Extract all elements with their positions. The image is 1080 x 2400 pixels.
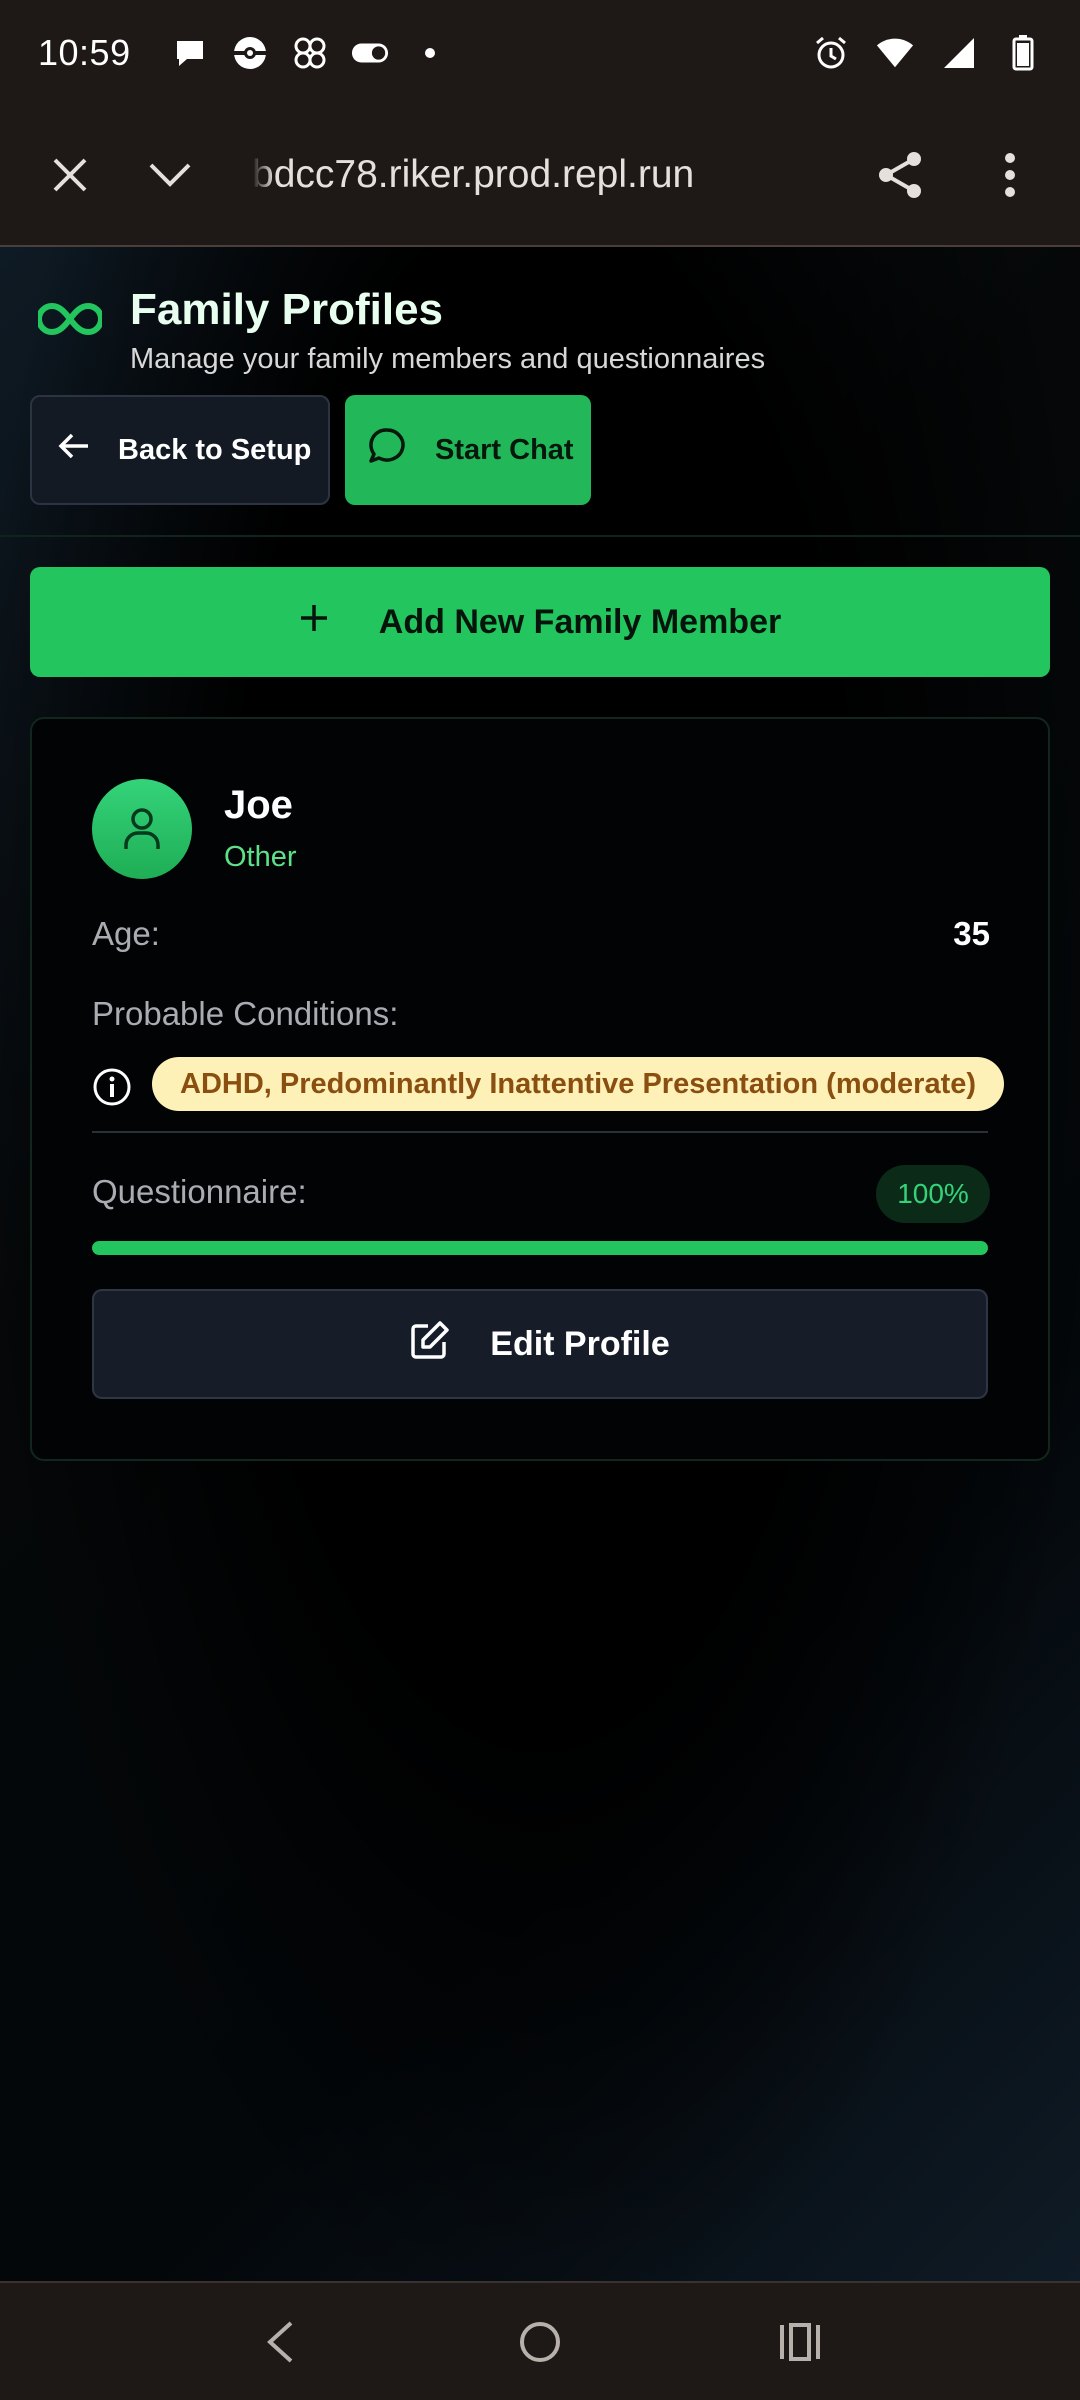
user-icon bbox=[124, 808, 160, 849]
more-options-icon[interactable] bbox=[980, 145, 1040, 205]
page-title: Family Profiles bbox=[130, 285, 444, 334]
wifi-icon bbox=[876, 34, 914, 72]
alarm-icon bbox=[812, 34, 850, 72]
arrow-left-icon bbox=[58, 432, 90, 468]
questionnaire-percent-badge: 100% bbox=[876, 1165, 990, 1223]
page-header: Family Profiles Manage your family membe… bbox=[0, 247, 1080, 537]
chat-bubble-icon bbox=[171, 34, 209, 72]
probable-conditions-label: Probable Conditions: bbox=[92, 995, 399, 1032]
questionnaire-label: Questionnaire: bbox=[92, 1173, 307, 1210]
share-icon[interactable] bbox=[870, 145, 930, 205]
edit-profile-button[interactable]: Edit Profile bbox=[92, 1289, 988, 1399]
url-field[interactable]: bdcc78.riker.prod.repl.run bbox=[252, 153, 772, 197]
dot-icon bbox=[411, 34, 449, 72]
age-label: Age: bbox=[92, 915, 160, 952]
start-chat-button[interactable]: Start Chat bbox=[345, 395, 591, 505]
app-content: Family Profiles Manage your family membe… bbox=[0, 247, 1080, 2281]
info-icon[interactable] bbox=[92, 1067, 132, 1107]
add-family-member-button[interactable]: Add New Family Member bbox=[30, 567, 1050, 677]
back-to-setup-button[interactable]: Back to Setup bbox=[30, 395, 330, 505]
condition-badge: ADHD, Predominantly Inattentive Presenta… bbox=[152, 1057, 1005, 1111]
nav-home-icon[interactable] bbox=[500, 2302, 580, 2382]
divider bbox=[92, 1131, 988, 1133]
member-card: Joe Other Age: 35 Probable Conditions: A… bbox=[30, 717, 1050, 1461]
member-relation: Other bbox=[224, 841, 297, 873]
pinwheel-icon bbox=[291, 34, 329, 72]
age-value: 35 bbox=[953, 915, 990, 952]
browser-toolbar: bdcc78.riker.prod.repl.run bbox=[0, 105, 1080, 247]
questionnaire-progress-fill bbox=[92, 1241, 988, 1255]
avatar bbox=[92, 779, 192, 879]
questionnaire-progress-bar bbox=[92, 1241, 988, 1255]
pokeball-icon bbox=[231, 34, 269, 72]
nav-back-icon[interactable] bbox=[240, 2302, 320, 2382]
infinity-logo-icon bbox=[36, 299, 104, 339]
status-right-icons bbox=[812, 34, 1042, 72]
chevron-down-icon[interactable] bbox=[140, 145, 200, 205]
edit-icon bbox=[410, 1320, 450, 1369]
status-left-icons bbox=[171, 34, 449, 72]
status-bar: 10:59 bbox=[0, 0, 1080, 105]
back-to-setup-label: Back to Setup bbox=[118, 433, 312, 466]
page-subtitle: Manage your family members and questionn… bbox=[130, 343, 766, 375]
add-family-member-label: Add New Family Member bbox=[378, 602, 782, 641]
chat-icon bbox=[367, 426, 407, 474]
close-icon[interactable] bbox=[40, 145, 100, 205]
start-chat-label: Start Chat bbox=[435, 433, 574, 466]
battery-icon bbox=[1004, 34, 1042, 72]
signal-icon bbox=[940, 34, 978, 72]
system-nav-bar bbox=[0, 2281, 1080, 2400]
status-time: 10:59 bbox=[38, 31, 131, 73]
edit-profile-label: Edit Profile bbox=[490, 1324, 670, 1363]
plus-icon bbox=[299, 603, 329, 642]
member-name: Joe bbox=[224, 783, 293, 827]
toggle-icon bbox=[351, 34, 389, 72]
nav-recents-icon[interactable] bbox=[760, 2302, 840, 2382]
